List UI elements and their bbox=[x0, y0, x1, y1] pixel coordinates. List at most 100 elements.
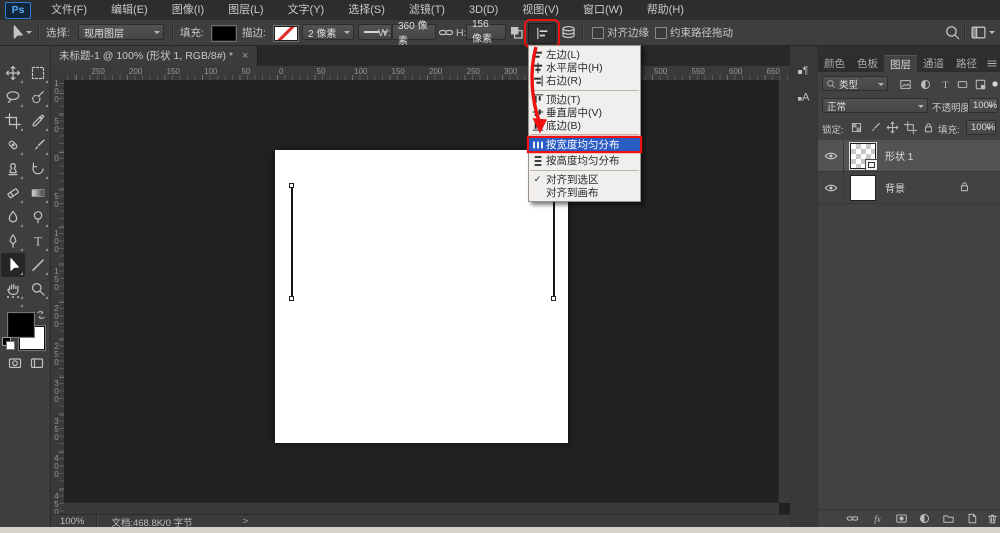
menu-6[interactable]: 滤镜(T) bbox=[397, 4, 457, 16]
delete-layer-icon[interactable] bbox=[986, 512, 999, 525]
menu-item-8[interactable]: 按宽度均匀分布 bbox=[529, 138, 640, 151]
tool-eraser[interactable] bbox=[1, 181, 25, 205]
smart-object-filter-icon[interactable] bbox=[974, 78, 987, 91]
new-layer-icon[interactable] bbox=[965, 512, 978, 525]
lock-paint-icon[interactable] bbox=[868, 121, 881, 134]
adjustment-layer-icon[interactable] bbox=[918, 512, 931, 525]
layer-thumbnail[interactable] bbox=[850, 143, 876, 169]
tool-dodge[interactable] bbox=[26, 205, 50, 229]
path-operations-icon[interactable] bbox=[508, 24, 525, 41]
filter-type-dropdown[interactable]: 类型 bbox=[822, 76, 888, 91]
swap-colors-icon[interactable] bbox=[35, 309, 47, 321]
panel-tab-3[interactable]: 通道 bbox=[917, 55, 950, 72]
tool-history-brush[interactable] bbox=[26, 157, 50, 181]
path-alignment-button[interactable] bbox=[528, 23, 556, 44]
paragraph-panel-icon[interactable]: ¶ bbox=[792, 59, 816, 81]
tool-zoom[interactable] bbox=[26, 277, 50, 301]
shape-filter-icon[interactable] bbox=[956, 78, 969, 91]
layer-style-icon[interactable]: fx bbox=[871, 512, 884, 525]
panel-tab-0[interactable]: 颜色 bbox=[818, 55, 851, 72]
workspace-icon[interactable] bbox=[970, 24, 987, 41]
menu-item-5[interactable]: 垂直居中(V) bbox=[529, 106, 640, 119]
close-tab-icon[interactable]: × bbox=[242, 50, 248, 62]
panel-tab-2[interactable]: 图层 bbox=[884, 55, 917, 72]
menu-item-1[interactable]: 水平居中(H) bbox=[529, 61, 640, 74]
visibility-toggle[interactable] bbox=[818, 140, 844, 171]
anchor-handle[interactable] bbox=[289, 296, 294, 301]
menu-4[interactable]: 文字(Y) bbox=[276, 4, 337, 16]
path-arrange-icon[interactable] bbox=[560, 24, 577, 41]
tool-crop[interactable] bbox=[1, 109, 25, 133]
fill-color-swatch[interactable] bbox=[212, 26, 236, 41]
menu-item-6[interactable]: 底边(B) bbox=[529, 119, 640, 132]
default-colors-icon[interactable] bbox=[2, 337, 14, 349]
pixel-filter-icon[interactable] bbox=[899, 78, 912, 91]
menu-item-12[interactable]: 对齐到画布 bbox=[529, 186, 640, 199]
link-wh-icon[interactable] bbox=[438, 24, 454, 41]
tool-marquee[interactable] bbox=[26, 61, 50, 85]
menu-item-4[interactable]: 顶边(T) bbox=[529, 93, 640, 106]
shape-line[interactable] bbox=[291, 185, 293, 298]
filter-toggle-icon[interactable] bbox=[990, 79, 1000, 89]
menu-7[interactable]: 3D(D) bbox=[457, 4, 510, 16]
horizontal-scrollbar[interactable] bbox=[64, 502, 779, 514]
lock-all-icon[interactable] bbox=[922, 121, 935, 134]
layer-name[interactable]: 形状 1 bbox=[885, 148, 913, 163]
panel-tab-1[interactable]: 色板 bbox=[851, 55, 884, 72]
foreground-color-swatch[interactable] bbox=[8, 313, 34, 337]
search-icon[interactable] bbox=[944, 24, 961, 41]
hamburger-icon[interactable] bbox=[984, 57, 1000, 70]
tool-line[interactable] bbox=[26, 253, 50, 277]
lock-transparent-icon[interactable] bbox=[850, 121, 863, 134]
menu-8[interactable]: 视图(V) bbox=[510, 4, 571, 16]
stroke-width-dropdown[interactable]: 2 像素 bbox=[302, 24, 354, 40]
tool-eyedropper[interactable] bbox=[26, 109, 50, 133]
status-chevron[interactable]: > bbox=[203, 516, 249, 527]
tool-quick-select[interactable] bbox=[26, 85, 50, 109]
blend-mode-dropdown[interactable]: 正常 bbox=[822, 98, 928, 113]
layer-row-background[interactable]: 背景 bbox=[818, 172, 1000, 204]
tool-brush[interactable] bbox=[26, 133, 50, 157]
more-tools-ellipsis-icon[interactable] bbox=[1, 285, 25, 309]
menu-1[interactable]: 编辑(E) bbox=[99, 4, 160, 16]
tool-pen[interactable] bbox=[1, 229, 25, 253]
tool-move[interactable] bbox=[1, 61, 25, 85]
tool-blur[interactable] bbox=[1, 205, 25, 229]
menu-0[interactable]: 文件(F) bbox=[39, 4, 99, 16]
tool-path-select[interactable] bbox=[1, 253, 25, 277]
layer-mask-icon[interactable] bbox=[895, 512, 908, 525]
fill-amount-dropdown[interactable]: 100% bbox=[966, 120, 996, 135]
anchor-handle[interactable] bbox=[289, 183, 294, 188]
zoom-level[interactable]: 100% bbox=[50, 516, 96, 527]
lock-frame-icon[interactable] bbox=[904, 121, 917, 134]
tool-gradient[interactable] bbox=[26, 181, 50, 205]
panel-tab-4[interactable]: 路径 bbox=[950, 55, 983, 72]
stroke-color-swatch[interactable] bbox=[274, 26, 298, 41]
menu-5[interactable]: 选择(S) bbox=[336, 4, 397, 16]
canvas[interactable] bbox=[275, 150, 568, 443]
menu-item-2[interactable]: 右边(R) bbox=[529, 74, 640, 87]
opacity-dropdown[interactable]: 100% bbox=[968, 98, 998, 113]
tool-lasso[interactable] bbox=[1, 85, 25, 109]
screen-mode-icon[interactable] bbox=[27, 355, 47, 371]
shape-height-input[interactable]: 156 像素 bbox=[466, 24, 506, 40]
align-edges-checkbox[interactable] bbox=[592, 27, 604, 39]
menu-2[interactable]: 图像(I) bbox=[160, 4, 216, 16]
tool-preset-chevron-icon[interactable] bbox=[26, 31, 32, 37]
layer-row-shape1[interactable]: 形状 1 bbox=[818, 140, 1000, 172]
character-panel-icon[interactable]: A bbox=[792, 85, 816, 107]
type-filter-icon[interactable]: T bbox=[939, 78, 952, 91]
layer-thumbnail[interactable] bbox=[850, 175, 876, 201]
quick-mask-icon[interactable] bbox=[5, 355, 25, 371]
anchor-handle[interactable] bbox=[551, 296, 556, 301]
current-tool-icon[interactable] bbox=[8, 24, 25, 41]
menu-3[interactable]: 图层(L) bbox=[216, 4, 275, 16]
tool-healing[interactable] bbox=[1, 133, 25, 157]
shape-width-input[interactable]: 360 像素 bbox=[392, 24, 436, 40]
menu-item-11[interactable]: ✓对齐到选区 bbox=[529, 173, 640, 186]
vertical-scrollbar[interactable] bbox=[778, 80, 790, 503]
visibility-toggle[interactable] bbox=[818, 172, 844, 203]
link-layers-icon[interactable] bbox=[846, 512, 859, 525]
layer-name[interactable]: 背景 bbox=[885, 180, 905, 195]
menu-10[interactable]: 帮助(H) bbox=[635, 4, 696, 16]
